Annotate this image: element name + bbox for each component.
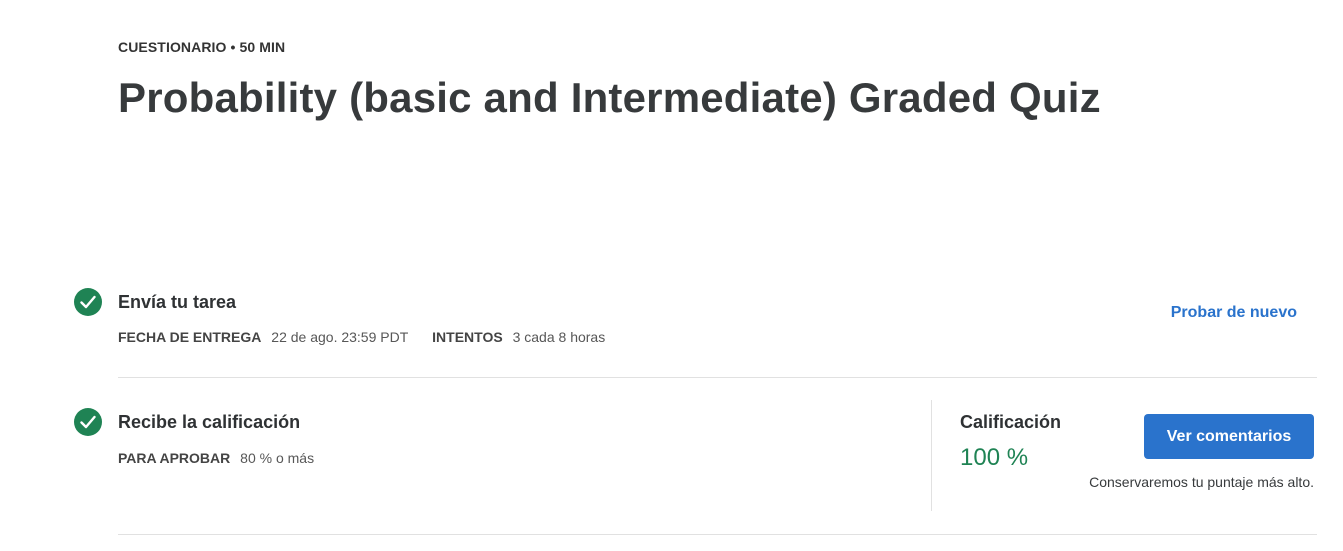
quiz-meta: CUESTIONARIO • 50 MIN <box>118 39 286 55</box>
divider <box>118 534 1317 535</box>
page-title: Probability (basic and Intermediate) Gra… <box>118 74 1101 121</box>
grade-label: Calificación <box>960 412 1062 432</box>
retry-link[interactable]: Probar de nuevo <box>1171 304 1297 322</box>
pass-label: PARA APROBAR <box>118 450 231 466</box>
submit-step-title: Envía tu tarea <box>118 292 237 312</box>
grade-step-details: PARA APROBAR 80 % o más <box>118 450 334 466</box>
vertical-divider <box>931 400 932 511</box>
submit-step-details: FECHA DE ENTREGA 22 de ago. 23:59 PDT IN… <box>118 329 625 345</box>
check-circle-icon <box>74 408 102 436</box>
attempts-value: 3 cada 8 horas <box>512 329 606 345</box>
check-circle-icon <box>74 288 102 316</box>
due-date-value: 22 de ago. 23:59 PDT <box>271 329 409 345</box>
due-date-label: FECHA DE ENTREGA <box>118 329 262 345</box>
view-feedback-button[interactable]: Ver comentarios <box>1144 414 1314 459</box>
pass-value: 80 % o más <box>240 450 315 466</box>
divider <box>118 377 1317 378</box>
attempts-label: INTENTOS <box>432 329 503 345</box>
grade-value: 100 % <box>960 444 1029 471</box>
highest-score-note: Conservaremos tu puntaje más alto. <box>1089 474 1314 490</box>
grade-step-title: Recibe la calificación <box>118 412 301 432</box>
